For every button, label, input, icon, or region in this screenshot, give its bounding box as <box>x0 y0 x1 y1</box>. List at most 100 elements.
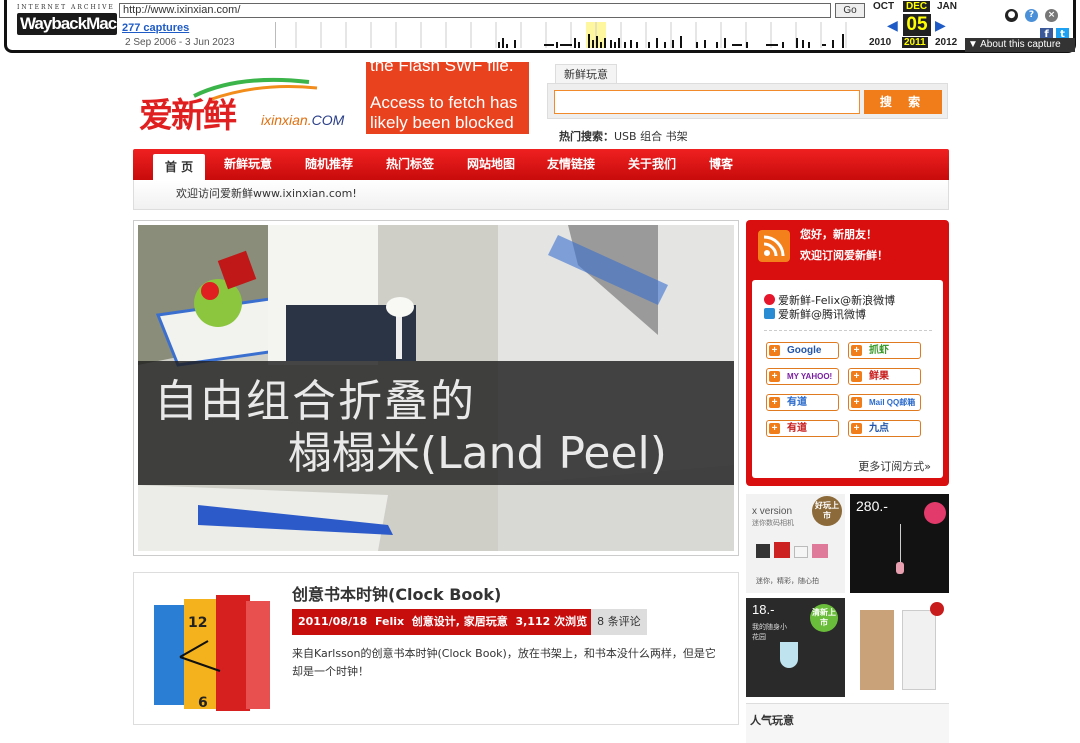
ad1-subtitle: 迷你数码相机 <box>752 519 794 527</box>
close-icon[interactable]: × <box>1045 9 1058 22</box>
ad-gift-box[interactable] <box>850 598 949 697</box>
ad3-caption: 我的随身小花园 <box>752 623 787 641</box>
weibo-links: 爱新鲜-Felix@新浪微博 爱新鲜@腾讯微博 <box>764 294 895 322</box>
timeline-sparkline <box>295 22 847 48</box>
wayback-toolbar: INTERNET ARCHIVE WaybackMachine http://w… <box>0 0 1080 56</box>
rss-panel: 爱新鲜-Felix@新浪微博 爱新鲜@腾讯微博 Google 抓虾 MY YAH… <box>752 280 943 478</box>
site-logo[interactable]: 爱新鲜 ixinxian.COM <box>139 74 354 136</box>
search-tab[interactable]: 新鲜玩意 <box>555 64 617 84</box>
ad-mini-garden[interactable]: 18.- 清新上市 我的随身小花园 <box>746 598 845 697</box>
article-author[interactable]: Felix <box>375 615 404 628</box>
hero-image: 自由组合折叠的 榻榻米(Land Peel) <box>138 225 734 551</box>
subscribe-jiudian[interactable]: 九点 <box>848 420 921 437</box>
article-date: 2011/08/18 <box>298 615 368 628</box>
subscribe-youdao[interactable]: 有道 <box>766 394 839 411</box>
nav-links[interactable]: 友情链接 <box>547 149 595 180</box>
prev-year[interactable]: 2010 <box>869 37 891 48</box>
article-body: 来自Karlsson的创意书本时钟(Clock Book)，放在书架上，和书本没… <box>292 647 716 678</box>
search-button[interactable]: 搜 索 <box>864 90 942 114</box>
article-title[interactable]: 创意书本时钟(Clock Book) <box>292 581 501 605</box>
flash-placeholder: the Flash SWF file. Access to fetch has … <box>366 62 529 134</box>
rss-subscribe-title: 欢迎订阅爱新鲜！ <box>800 249 888 262</box>
rss-icon <box>758 230 790 262</box>
ad3-price: 18.- <box>752 602 775 617</box>
subscribe-youdao-2[interactable]: 有道 <box>766 420 839 437</box>
current-day: 05 <box>903 14 931 36</box>
hero-title-line2: 榻榻米(Land Peel) <box>288 428 667 479</box>
subscribe-yahoo[interactable]: MY YAHOO! <box>766 368 839 385</box>
main-nav: 首 页 新鲜玩意 随机推荐 热门标签 网站地图 友情链接 关于我们 博客 <box>133 149 949 180</box>
internet-archive-label: INTERNET ARCHIVE <box>17 4 115 11</box>
help-icon[interactable]: ? <box>1025 9 1038 22</box>
rss-widget: 您好，新朋友！ 欢迎订阅爱新鲜！ 爱新鲜-Felix@新浪微博 爱新鲜@腾讯微博… <box>746 220 949 486</box>
ad1-badge: 好玩上市 <box>812 496 842 526</box>
ad2-price: 280.- <box>856 498 888 514</box>
capture-timeline[interactable] <box>275 22 863 48</box>
subscribe-zhuaxia[interactable]: 抓虾 <box>848 342 921 359</box>
sina-weibo-icon <box>764 294 775 305</box>
capture-range: 2 Sep 2006 - 3 Jun 2023 <box>125 37 235 48</box>
article-meta: 2011/08/18 Felix 创意设计, 家居玩意 3,112 次浏览 8 条… <box>292 609 647 635</box>
nav-sitemap[interactable]: 网站地图 <box>467 149 515 180</box>
search-box: 搜 索 <box>547 83 948 119</box>
ad1-caption: 迷你，精彩，随心拍 <box>756 577 819 585</box>
sina-weibo-link[interactable]: 爱新鲜-Felix@新浪微博 <box>764 294 895 308</box>
next-month[interactable]: JAN <box>937 1 957 12</box>
welcome-bar: 欢迎访问爱新鲜www.ixinxian.com! <box>133 180 949 210</box>
flash-message-1: the Flash SWF file. <box>370 62 514 75</box>
article-tags[interactable]: 创意设计, 家居玩意 <box>412 615 508 628</box>
rss-divider <box>764 330 932 331</box>
subscribe-google[interactable]: Google <box>766 342 839 359</box>
logo-english-text: ixinxian.COM <box>261 112 345 128</box>
wayback-machine-logo: WaybackMachine <box>17 13 148 35</box>
nav-about[interactable]: 关于我们 <box>628 149 676 180</box>
wayback-calendar: OCT DEC JAN ◀ 05 ▶ 2010 2011 2012 <box>869 0 979 52</box>
nav-random[interactable]: 随机推荐 <box>305 149 353 180</box>
hot-searches: 热门搜索：USB 组合 书架 <box>559 128 688 144</box>
hot-searches-label: 热门搜索： <box>559 130 614 143</box>
current-year: 2011 <box>902 37 928 48</box>
user-icon[interactable]: ● <box>1005 9 1018 22</box>
nav-blog[interactable]: 博客 <box>709 149 733 180</box>
hero-slider[interactable]: 自由组合折叠的 榻榻米(Land Peel) <box>133 220 739 556</box>
tencent-weibo-link[interactable]: 爱新鲜@腾讯微博 <box>764 308 895 322</box>
more-subscribe-link[interactable]: 更多订阅方式» <box>858 458 931 474</box>
nav-new-gadgets[interactable]: 新鲜玩意 <box>224 149 272 180</box>
current-month: DEC <box>903 1 931 12</box>
tencent-weibo-icon <box>764 308 775 319</box>
article-meta-info: 2011/08/18 Felix 创意设计, 家居玩意 3,112 次浏览 <box>292 609 594 635</box>
hero-caption: 自由组合折叠的 榻榻米(Land Peel) <box>138 361 734 485</box>
wayback-panel: INTERNET ARCHIVE WaybackMachine http://w… <box>4 0 1076 53</box>
ad-pendant[interactable]: 280.- <box>850 494 949 593</box>
nav-hot-tags[interactable]: 热门标签 <box>386 149 434 180</box>
prev-month[interactable]: OCT <box>873 1 894 12</box>
wayback-go-button[interactable]: Go <box>835 3 865 18</box>
clock-book-image[interactable]: 12 6 <box>150 587 274 717</box>
subscribe-qqmail[interactable]: Mail QQ邮箱 <box>848 394 921 411</box>
search-input[interactable] <box>554 90 860 114</box>
wayback-url-input[interactable]: http://www.ixinxian.com/ <box>119 3 831 18</box>
article-comments[interactable]: 8 条评论 <box>591 609 647 635</box>
wayback-icons: ●? × <box>1005 2 1075 22</box>
prev-capture-arrow-icon[interactable]: ◀ <box>887 17 898 34</box>
nav-home[interactable]: 首 页 <box>153 154 205 180</box>
article-views: 3,112 次浏览 <box>515 615 588 628</box>
about-capture-button[interactable]: ▼ About this capture <box>965 38 1075 52</box>
wayback-logo[interactable]: INTERNET ARCHIVE WaybackMachine <box>17 4 148 35</box>
subscribe-xianguo[interactable]: 鲜果 <box>848 368 921 385</box>
hot-searches-terms[interactable]: USB 组合 书架 <box>614 130 688 143</box>
ad1-title: x version <box>752 506 793 517</box>
captures-link[interactable]: 277 captures <box>122 22 189 34</box>
svg-text:12: 12 <box>188 615 207 631</box>
svg-text:6: 6 <box>198 695 208 711</box>
popular-section-title: 人气玩意 <box>746 703 949 743</box>
ads-grid: x version 迷你数码相机 好玩上市 迷你，精彩，随心拍 280.- 18… <box>746 494 949 697</box>
next-year[interactable]: 2012 <box>935 37 957 48</box>
next-capture-arrow-icon[interactable]: ▶ <box>935 17 946 34</box>
logo-chinese-text: 爱新鲜 <box>139 96 237 136</box>
article-card: 12 6 创意书本时钟(Clock Book) 2011/08/18 Felix… <box>133 572 739 725</box>
flash-message-2: Access to fetch has likely been blocked <box>370 93 518 132</box>
rss-greeting: 您好，新朋友！ <box>800 228 877 241</box>
ad-mini-camera[interactable]: x version 迷你数码相机 好玩上市 迷你，精彩，随心拍 <box>746 494 845 593</box>
ad3-badge: 清新上市 <box>810 604 838 632</box>
